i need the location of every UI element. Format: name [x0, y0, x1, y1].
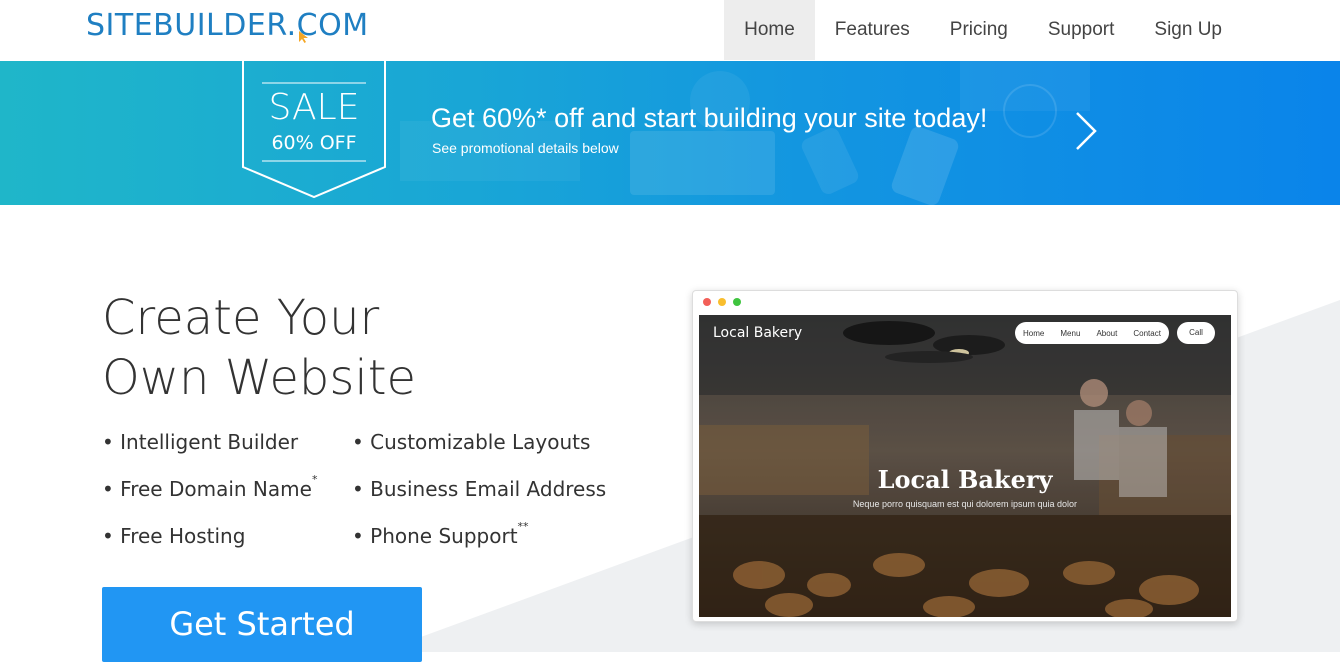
window-close-dot	[703, 298, 711, 306]
main-nav: Home Features Pricing Support Sign Up	[724, 0, 1242, 60]
feature-item: • Free Domain Name*	[102, 473, 318, 501]
nav-pricing[interactable]: Pricing	[930, 0, 1028, 60]
sale-discount: 60% OFF	[271, 132, 357, 154]
nav-features[interactable]: Features	[815, 0, 930, 60]
preview-nav-menu: Menu	[1060, 328, 1081, 338]
site-header: SITEBUILDER.COM Home Features Pricing Su…	[0, 0, 1340, 62]
feature-item: • Business Email Address	[352, 477, 607, 501]
feature-item: • Intelligent Builder	[102, 430, 299, 454]
chevron-right-icon[interactable]	[1070, 107, 1100, 155]
bakery-preview-image: Local Bakery Home Menu About Contact Cal…	[699, 315, 1231, 617]
window-minimize-dot	[718, 298, 726, 306]
banner-subtext[interactable]: See promotional details below	[432, 139, 619, 157]
get-started-button[interactable]: Get Started	[102, 587, 422, 662]
preview-nav: Home Menu About Contact	[1015, 322, 1169, 344]
preview-subtitle: Neque porro quisquam est qui dolorem ips…	[852, 499, 1078, 509]
nav-home[interactable]: Home	[724, 0, 815, 60]
banner-headline: Get 60%* off and start building your sit…	[431, 103, 988, 133]
preview-brand: Local Bakery	[713, 325, 803, 341]
website-preview: Local Bakery Home Menu About Contact Cal…	[692, 290, 1238, 622]
hero-title-line-2: Own Website	[102, 350, 417, 406]
hero-title-line-1: Create Your	[102, 290, 380, 346]
sale-title: SALE	[268, 87, 360, 128]
nav-support[interactable]: Support	[1028, 0, 1135, 60]
site-logo[interactable]: SITEBUILDER.COM	[86, 8, 369, 48]
window-maximize-dot	[733, 298, 741, 306]
hero-title: Create Your Own Website	[102, 288, 416, 408]
feature-item: • Customizable Layouts	[352, 430, 591, 454]
preview-nav-contact: Contact	[1133, 328, 1161, 338]
preview-nav-home: Home	[1023, 328, 1045, 338]
logo-text: SITEBUILDER.COM	[86, 8, 369, 43]
preview-nav-about: About	[1096, 328, 1118, 338]
preview-call-button: Call	[1177, 322, 1215, 344]
sale-badge-shape	[242, 61, 386, 199]
promo-banner[interactable]: SALE 60% OFF Get 60%* off and start buil…	[0, 61, 1340, 205]
preview-title: Local Bakery	[877, 465, 1053, 494]
feature-item: • Free Hosting	[102, 524, 246, 548]
cursor-icon	[299, 31, 308, 43]
feature-item: • Phone Support**	[352, 520, 529, 548]
nav-sign-up[interactable]: Sign Up	[1134, 0, 1242, 60]
